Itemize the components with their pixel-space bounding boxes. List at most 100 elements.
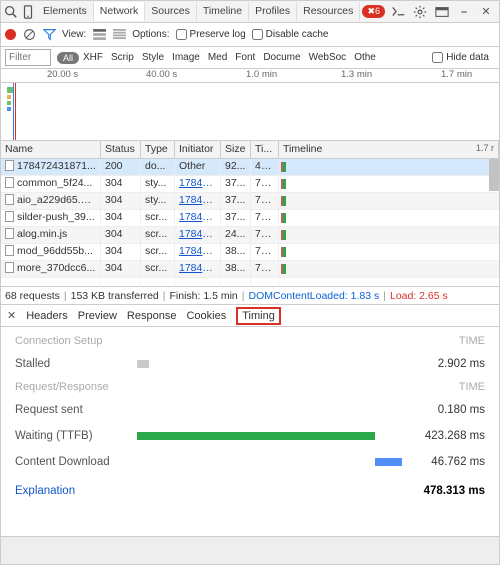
tab-timing[interactable]: Timing: [236, 307, 281, 325]
cell-initiator[interactable]: 178472...: [175, 227, 221, 243]
cell-time: 76...: [251, 193, 279, 209]
type-xhr[interactable]: XHF: [79, 50, 107, 65]
col-size[interactable]: Size: [221, 141, 251, 158]
tab-profiles[interactable]: Profiles: [249, 2, 297, 21]
type-doc[interactable]: Docume: [259, 50, 304, 65]
cell-name: common_5f24...: [1, 176, 101, 192]
table-row[interactable]: 178472431871... 200 do... Other 92... 47…: [1, 159, 499, 176]
type-media[interactable]: Med: [204, 50, 231, 65]
preserve-log-checkbox[interactable]: Preserve log: [176, 29, 246, 40]
col-name[interactable]: Name: [1, 141, 101, 158]
file-icon: [5, 211, 14, 222]
cell-status: 200: [101, 159, 141, 175]
console-icon[interactable]: [389, 3, 407, 21]
cell-name: more_370dcc6...: [1, 261, 101, 277]
type-style[interactable]: Style: [138, 50, 168, 65]
cell-time: 77...: [251, 176, 279, 192]
tab-network[interactable]: Network: [94, 2, 146, 21]
detail-close-icon[interactable]: ✕: [7, 309, 16, 322]
minimize-icon[interactable]: –: [455, 3, 473, 21]
row-cutoff: [1, 278, 499, 287]
tab-sources[interactable]: Sources: [145, 2, 197, 21]
ruler-tick: 1.7 min: [441, 69, 472, 80]
cell-size: 38...: [221, 261, 251, 277]
cell-time: 77...: [251, 210, 279, 226]
table-row[interactable]: alog.min.js 304 scr... 178472... 24... 7…: [1, 227, 499, 244]
file-icon: [5, 194, 14, 205]
cell-initiator[interactable]: 178472...: [175, 193, 221, 209]
col-time[interactable]: Ti...: [251, 141, 279, 158]
disable-cache-checkbox[interactable]: Disable cache: [252, 29, 329, 40]
clear-icon[interactable]: [22, 28, 36, 42]
tab-timeline[interactable]: Timeline: [197, 2, 249, 21]
summary-load: Load: 2.65 s: [390, 290, 448, 302]
tab-resources[interactable]: Resources: [297, 2, 360, 21]
type-ws[interactable]: WebSoc: [305, 50, 351, 65]
stalled-value: 2.902 ms: [407, 358, 485, 370]
table-row[interactable]: mod_96dd55b... 304 scr... 178472... 38..…: [1, 244, 499, 261]
hide-data-checkbox[interactable]: Hide data: [432, 52, 489, 63]
section-connection: Connection Setup: [15, 335, 102, 347]
request-grid: 178472431871... 200 do... Other 92... 47…: [1, 159, 499, 287]
summary-requests: 68 requests: [5, 290, 60, 302]
type-all[interactable]: All: [57, 52, 79, 64]
cell-initiator[interactable]: 178472...: [175, 261, 221, 277]
cell-initiator[interactable]: 178472...: [175, 244, 221, 260]
close-icon[interactable]: ✕: [477, 3, 495, 21]
cell-timeline: [279, 193, 499, 209]
filter-input[interactable]: [5, 49, 51, 66]
cell-type: sty...: [141, 193, 175, 209]
disable-cache-label: Disable cache: [266, 29, 329, 40]
tab-preview[interactable]: Preview: [78, 310, 117, 322]
tab-elements[interactable]: Elements: [37, 2, 94, 21]
table-row[interactable]: more_370dcc6... 304 scr... 178472... 38.…: [1, 261, 499, 278]
section-reqresp: Request/Response: [15, 381, 109, 393]
type-script[interactable]: Scrip: [107, 50, 138, 65]
stalled-bar: [137, 360, 149, 368]
cell-timeline: [279, 176, 499, 192]
type-other[interactable]: Othe: [350, 50, 380, 65]
tab-response[interactable]: Response: [127, 310, 177, 322]
cell-size: 37...: [221, 210, 251, 226]
grid-header: Name Status Type Initiator Size Ti... Ti…: [1, 141, 499, 159]
type-font[interactable]: Font: [231, 50, 259, 65]
overview-waterfall[interactable]: [1, 83, 499, 141]
gear-icon[interactable]: [411, 3, 429, 21]
search-icon[interactable]: [1, 3, 19, 21]
wait-value: 423.268 ms: [407, 430, 485, 442]
filter-icon[interactable]: [42, 28, 56, 42]
explanation-link[interactable]: Explanation: [15, 485, 75, 497]
network-toolbar: View: Options: Preserve log Disable cach…: [1, 23, 499, 47]
cell-status: 304: [101, 261, 141, 277]
col-type[interactable]: Type: [141, 141, 175, 158]
wait-label: Waiting (TTFB): [15, 430, 137, 442]
tab-headers[interactable]: Headers: [26, 310, 68, 322]
type-image[interactable]: Image: [168, 50, 204, 65]
cell-size: 38...: [221, 244, 251, 260]
col-initiator[interactable]: Initiator: [175, 141, 221, 158]
cell-time: 76...: [251, 244, 279, 260]
sent-label: Request sent: [15, 404, 137, 416]
col-status[interactable]: Status: [101, 141, 141, 158]
cell-initiator[interactable]: 178472...: [175, 210, 221, 226]
file-icon: [5, 160, 14, 171]
record-button[interactable]: [5, 29, 16, 40]
timing-total: 478.313 ms: [424, 485, 485, 497]
tab-cookies[interactable]: Cookies: [186, 310, 226, 322]
error-count-badge[interactable]: ✖6: [362, 5, 385, 18]
cell-type: scr...: [141, 244, 175, 260]
ruler-tick: 1.3 min: [341, 69, 372, 80]
time-header: TIME: [459, 381, 485, 393]
cell-status: 304: [101, 210, 141, 226]
table-row[interactable]: common_5f24... 304 sty... 178472... 37..…: [1, 176, 499, 193]
table-row[interactable]: aio_a229d65.css 304 sty... 178472... 37.…: [1, 193, 499, 210]
device-icon[interactable]: [19, 3, 37, 21]
table-row[interactable]: silder-push_39... 304 scr... 178472... 3…: [1, 210, 499, 227]
large-rows-icon[interactable]: [92, 28, 106, 42]
dock-icon[interactable]: [433, 3, 451, 21]
col-timeline[interactable]: Timeline1.7 r: [279, 141, 499, 158]
small-rows-icon[interactable]: [112, 28, 126, 42]
cell-status: 304: [101, 193, 141, 209]
cell-initiator[interactable]: 178472...: [175, 176, 221, 192]
overview-ruler[interactable]: 20.00 s 40.00 s 1.0 min 1.3 min 1.7 min: [1, 69, 499, 83]
